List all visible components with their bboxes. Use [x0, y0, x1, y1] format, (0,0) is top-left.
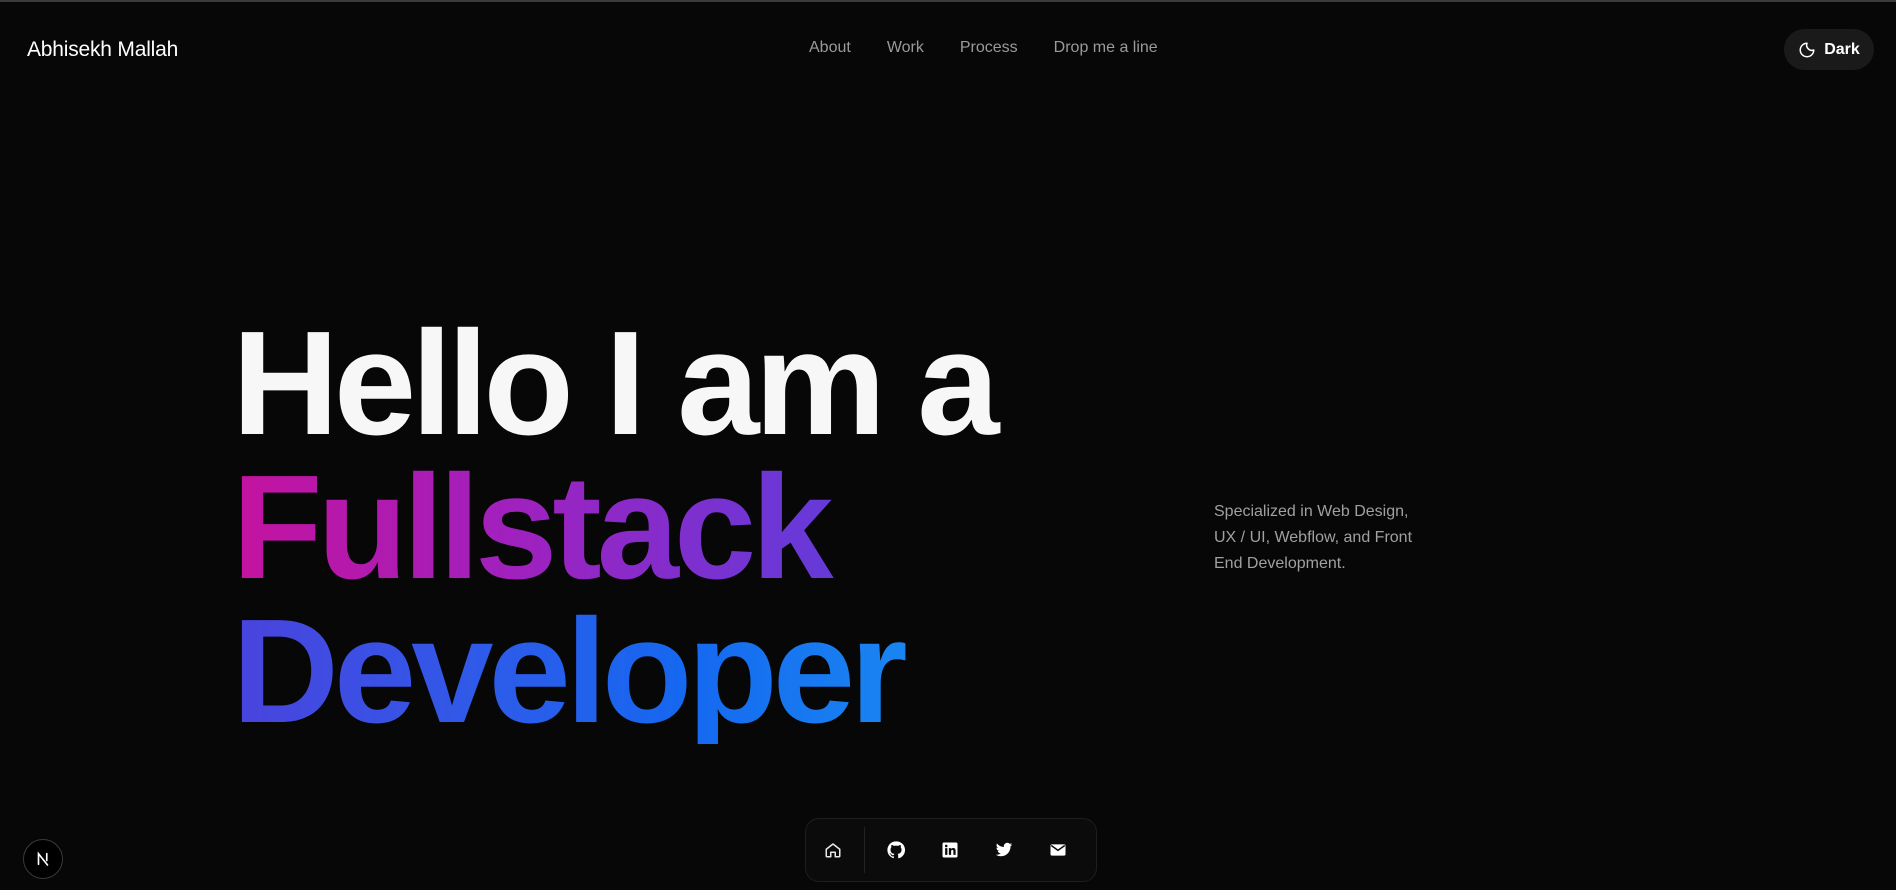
- hero-line-2: Fullstack: [232, 454, 995, 602]
- github-icon: [887, 841, 905, 859]
- hero-line-3: Developer: [232, 598, 995, 746]
- nav-contact[interactable]: Drop me a line: [1054, 39, 1158, 57]
- main-nav: About Work Process Drop me a line: [809, 39, 1158, 57]
- moon-icon: [1799, 42, 1815, 57]
- dock-twitter-button[interactable]: [977, 823, 1031, 877]
- nextjs-badge[interactable]: [23, 839, 63, 879]
- theme-toggle-label: Dark: [1824, 40, 1860, 58]
- twitter-icon: [995, 842, 1013, 857]
- theme-toggle-button[interactable]: Dark: [1784, 29, 1874, 70]
- home-icon: [825, 843, 841, 858]
- dock-mail-button[interactable]: [1031, 823, 1085, 877]
- dock-home-button[interactable]: [806, 823, 860, 877]
- hero-tagline: Specialized in Web Design, UX / UI, Webf…: [1214, 503, 1413, 572]
- dock-github-button[interactable]: [869, 823, 923, 877]
- nav-process[interactable]: Process: [960, 39, 1018, 57]
- brand-name[interactable]: Abhisekh Mallah: [27, 38, 178, 62]
- nextjs-icon: [37, 851, 49, 866]
- nav-about[interactable]: About: [809, 39, 851, 57]
- dock-divider: [864, 827, 865, 873]
- hero-line-1: Hello I am a: [232, 301, 1000, 466]
- nav-work[interactable]: Work: [887, 39, 924, 57]
- site-header: Abhisekh Mallah About Work Process Drop …: [0, 0, 1896, 96]
- dock-linkedin-button[interactable]: [923, 823, 977, 877]
- hero-heading: Hello I am a Fullstack Developer: [232, 301, 1000, 746]
- bottom-dock: [805, 818, 1097, 882]
- linkedin-icon: [942, 842, 958, 858]
- mail-icon: [1050, 844, 1066, 856]
